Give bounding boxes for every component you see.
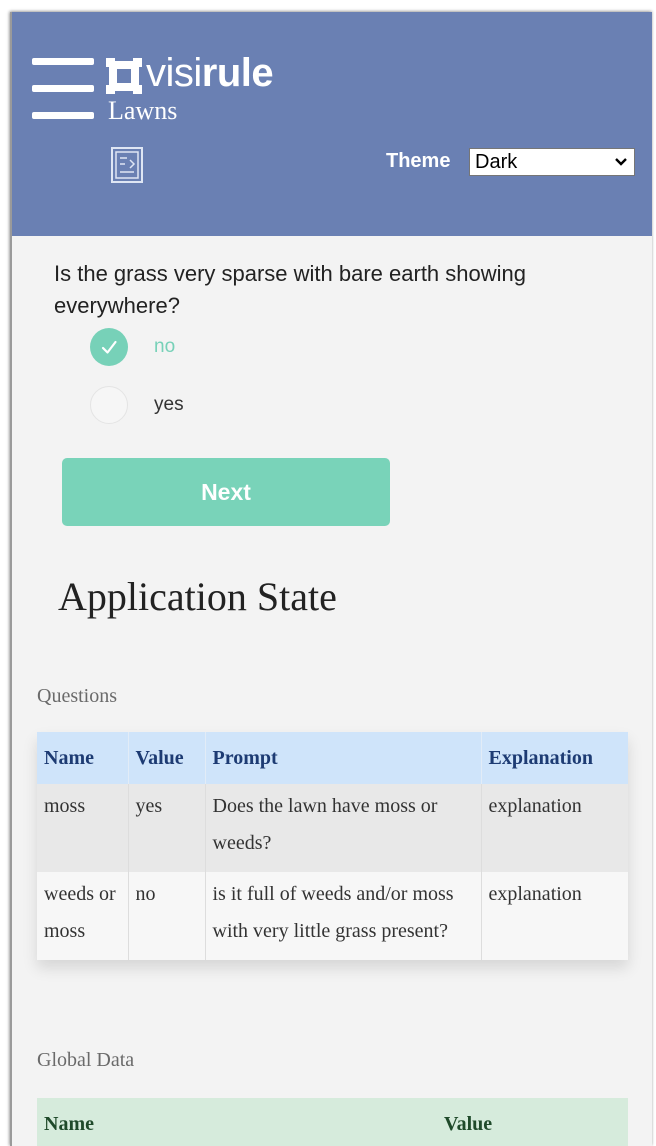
brand-logo-text: visirule — [146, 50, 274, 96]
questions-caption: Questions — [37, 685, 117, 707]
global-header-row: Name Value — [37, 1098, 628, 1146]
cell-prompt: Does the lawn have moss or weeds? — [212, 795, 438, 854]
app-header: visirule Lawns Theme Dark — [12, 12, 652, 236]
cell-name: moss — [44, 795, 86, 817]
check-icon — [101, 340, 117, 354]
column-header-name: Name — [37, 732, 129, 784]
table-row: moss yes Does the lawn have moss or weed… — [37, 784, 628, 872]
column-header-value: Value — [128, 732, 206, 784]
global-data-caption: Global Data — [37, 1049, 135, 1071]
column-header-name: Name — [37, 1098, 437, 1146]
hamburger-menu-icon[interactable] — [32, 58, 96, 122]
cell-explanation[interactable]: explanation — [489, 788, 622, 825]
document-icon[interactable] — [110, 146, 144, 184]
radio-label-no[interactable]: no — [154, 336, 175, 358]
brand-bold: rule — [201, 51, 274, 95]
column-header-explanation: Explanation — [481, 732, 628, 784]
app-title: Lawns — [108, 96, 178, 125]
app-frame: visirule Lawns Theme Dark Is the grass v… — [10, 12, 652, 1146]
radio-checked[interactable] — [90, 328, 128, 366]
theme-label: Theme — [386, 150, 451, 172]
cell-prompt: is it full of weeds and/or moss with ver… — [212, 883, 454, 942]
cell-name: weeds or moss — [44, 883, 116, 942]
cell-value: no — [135, 883, 156, 905]
theme-select[interactable]: Dark — [469, 148, 635, 176]
next-button[interactable]: Next — [62, 458, 390, 526]
table-row: weeds or moss no is it full of weeds and… — [37, 872, 628, 960]
column-header-prompt: Prompt — [205, 732, 482, 784]
questions-table: Name Value Prompt Explanation moss yes D… — [37, 732, 628, 960]
global-data-table: Name Value — [37, 1098, 628, 1146]
brand-light: visi — [146, 51, 202, 95]
chevron-down-icon — [615, 158, 627, 166]
question-text: Is the grass very sparse with bare earth… — [54, 261, 527, 318]
application-state-title: Application State — [58, 574, 337, 619]
radio-label-yes[interactable]: yes — [154, 394, 184, 416]
questions-header-row: Name Value Prompt Explanation — [37, 732, 628, 784]
radio-unchecked[interactable] — [90, 386, 128, 424]
cell-explanation[interactable]: explanation — [489, 876, 622, 913]
theme-select-value: Dark — [475, 151, 518, 173]
visirule-logo-icon — [106, 58, 142, 94]
cell-value: yes — [135, 795, 163, 817]
column-header-value: Value — [437, 1098, 628, 1146]
